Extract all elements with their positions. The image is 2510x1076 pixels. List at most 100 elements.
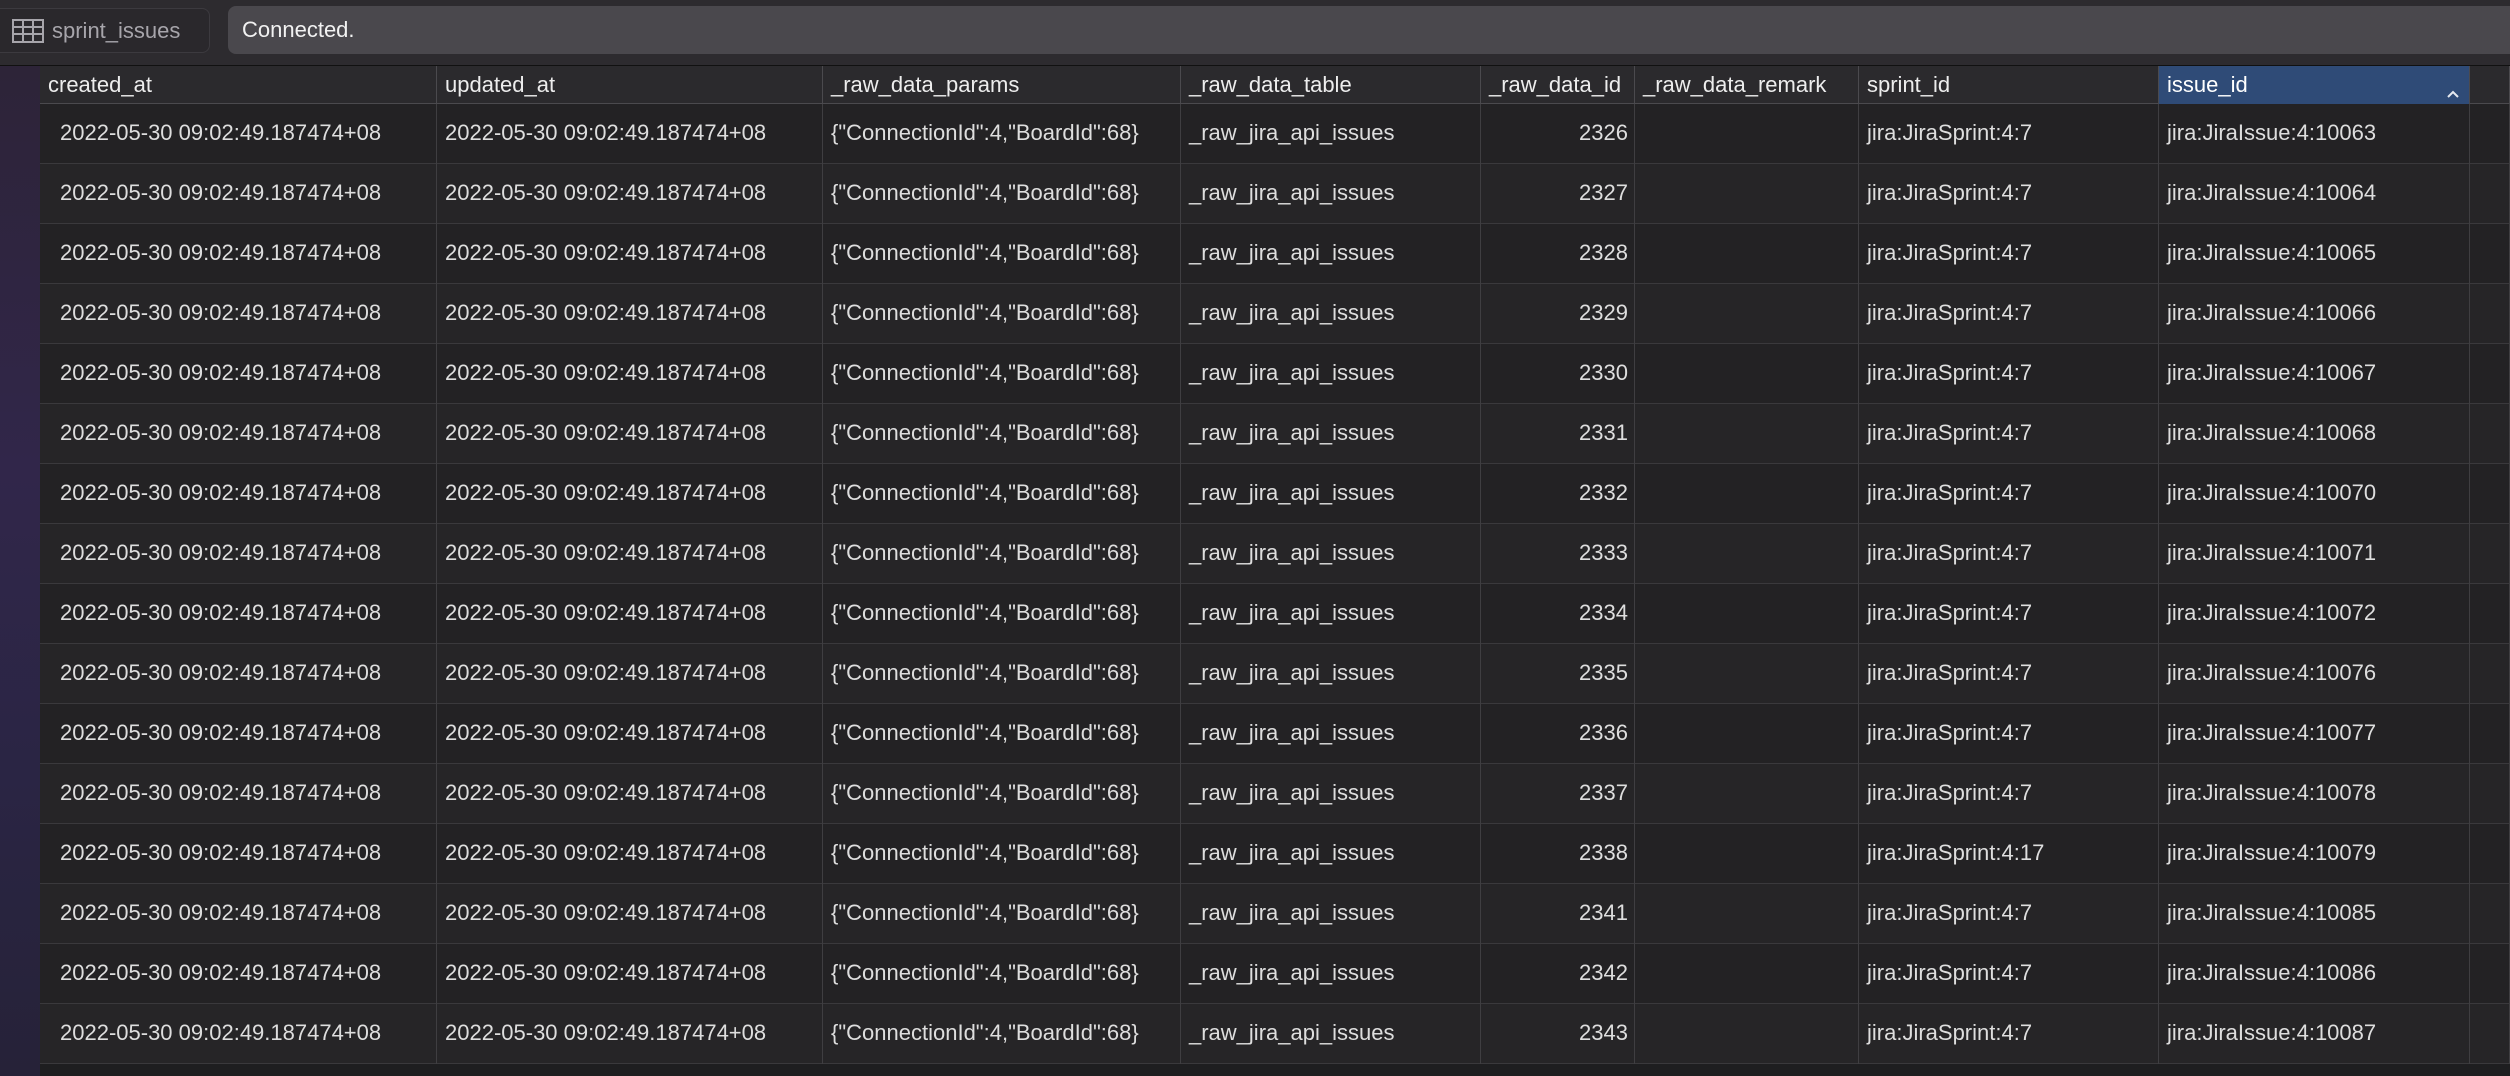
cell-raw-data-params[interactable]: {"ConnectionId":4,"BoardId":68} bbox=[823, 104, 1181, 164]
cell-issue-id[interactable]: jira:JiraIssue:4:10063 bbox=[2159, 104, 2470, 164]
cell-raw-data-table[interactable]: _raw_jira_api_issues bbox=[1181, 704, 1481, 764]
cell-raw-data-remark[interactable] bbox=[1635, 884, 1859, 944]
cell-raw-data-table[interactable]: _raw_jira_api_issues bbox=[1181, 584, 1481, 644]
cell-raw-data-params[interactable]: {"ConnectionId":4,"BoardId":68} bbox=[823, 524, 1181, 584]
cell-raw-data-id[interactable]: 2333 bbox=[1481, 524, 1635, 584]
cell-raw-data-params[interactable]: {"ConnectionId":4,"BoardId":68} bbox=[823, 404, 1181, 464]
cell-issue-id[interactable]: jira:JiraIssue:4:10068 bbox=[2159, 404, 2470, 464]
cell-updated-at[interactable]: 2022-05-30 09:02:49.187474+08 bbox=[437, 1004, 823, 1064]
cell-raw-data-id[interactable]: 2327 bbox=[1481, 164, 1635, 224]
cell-raw-data-table[interactable]: _raw_jira_api_issues bbox=[1181, 404, 1481, 464]
cell-raw-data-remark[interactable] bbox=[1635, 224, 1859, 284]
cell-issue-id[interactable]: jira:JiraIssue:4:10067 bbox=[2159, 344, 2470, 404]
cell-sprint-id[interactable]: jira:JiraSprint:4:7 bbox=[1859, 704, 2159, 764]
cell-raw-data-remark[interactable] bbox=[1635, 104, 1859, 164]
cell-raw-data-params[interactable]: {"ConnectionId":4,"BoardId":68} bbox=[823, 1004, 1181, 1064]
table-row[interactable]: 2022-05-30 09:02:49.187474+08 2022-05-30 … bbox=[40, 524, 2510, 584]
cell-issue-id[interactable]: jira:JiraIssue:4:10072 bbox=[2159, 584, 2470, 644]
cell-updated-at[interactable]: 2022-05-30 09:02:49.187474+08 bbox=[437, 944, 823, 1004]
cell-issue-id[interactable]: jira:JiraIssue:4:10085 bbox=[2159, 884, 2470, 944]
cell-created-at[interactable]: 2022-05-30 09:02:49.187474+08 bbox=[40, 884, 437, 944]
table-row[interactable]: 2022-05-30 09:02:49.187474+08 2022-05-30 … bbox=[40, 104, 2510, 164]
cell-updated-at[interactable]: 2022-05-30 09:02:49.187474+08 bbox=[437, 524, 823, 584]
cell-created-at[interactable]: 2022-05-30 09:02:49.187474+08 bbox=[40, 944, 437, 1004]
cell-created-at[interactable]: 2022-05-30 09:02:49.187474+08 bbox=[40, 464, 437, 524]
cell-raw-data-params[interactable]: {"ConnectionId":4,"BoardId":68} bbox=[823, 344, 1181, 404]
cell-raw-data-table[interactable]: _raw_jira_api_issues bbox=[1181, 1004, 1481, 1064]
cell-created-at[interactable]: 2022-05-30 09:02:49.187474+08 bbox=[40, 644, 437, 704]
cell-issue-id[interactable]: jira:JiraIssue:4:10086 bbox=[2159, 944, 2470, 1004]
cell-raw-data-remark[interactable] bbox=[1635, 704, 1859, 764]
cell-sprint-id[interactable]: jira:JiraSprint:4:7 bbox=[1859, 404, 2159, 464]
cell-raw-data-table[interactable]: _raw_jira_api_issues bbox=[1181, 344, 1481, 404]
cell-created-at[interactable]: 2022-05-30 09:02:49.187474+08 bbox=[40, 284, 437, 344]
cell-raw-data-params[interactable]: {"ConnectionId":4,"BoardId":68} bbox=[823, 704, 1181, 764]
cell-created-at[interactable]: 2022-05-30 09:02:49.187474+08 bbox=[40, 1004, 437, 1064]
cell-raw-data-remark[interactable] bbox=[1635, 404, 1859, 464]
column-header-raw-data-params[interactable]: _raw_data_params bbox=[823, 66, 1181, 104]
cell-raw-data-table[interactable]: _raw_jira_api_issues bbox=[1181, 824, 1481, 884]
cell-raw-data-id[interactable]: 2343 bbox=[1481, 1004, 1635, 1064]
cell-raw-data-params[interactable]: {"ConnectionId":4,"BoardId":68} bbox=[823, 224, 1181, 284]
column-header-raw-data-remark[interactable]: _raw_data_remark bbox=[1635, 66, 1859, 104]
column-header-sprint-id[interactable]: sprint_id bbox=[1859, 66, 2159, 104]
cell-sprint-id[interactable]: jira:JiraSprint:4:7 bbox=[1859, 644, 2159, 704]
cell-created-at[interactable]: 2022-05-30 09:02:49.187474+08 bbox=[40, 344, 437, 404]
cell-updated-at[interactable]: 2022-05-30 09:02:49.187474+08 bbox=[437, 344, 823, 404]
column-header-issue-id[interactable]: issue_id bbox=[2159, 66, 2470, 104]
cell-issue-id[interactable]: jira:JiraIssue:4:10087 bbox=[2159, 1004, 2470, 1064]
cell-raw-data-id[interactable]: 2334 bbox=[1481, 584, 1635, 644]
cell-raw-data-params[interactable]: {"ConnectionId":4,"BoardId":68} bbox=[823, 284, 1181, 344]
cell-raw-data-id[interactable]: 2341 bbox=[1481, 884, 1635, 944]
cell-sprint-id[interactable]: jira:JiraSprint:4:7 bbox=[1859, 884, 2159, 944]
cell-issue-id[interactable]: jira:JiraIssue:4:10071 bbox=[2159, 524, 2470, 584]
cell-issue-id[interactable]: jira:JiraIssue:4:10064 bbox=[2159, 164, 2470, 224]
cell-raw-data-remark[interactable] bbox=[1635, 164, 1859, 224]
cell-raw-data-params[interactable]: {"ConnectionId":4,"BoardId":68} bbox=[823, 884, 1181, 944]
cell-raw-data-id[interactable]: 2337 bbox=[1481, 764, 1635, 824]
cell-raw-data-id[interactable]: 2338 bbox=[1481, 824, 1635, 884]
column-header-raw-data-id[interactable]: _raw_data_id bbox=[1481, 66, 1635, 104]
column-header-created-at[interactable]: created_at bbox=[40, 66, 437, 104]
cell-sprint-id[interactable]: jira:JiraSprint:4:17 bbox=[1859, 824, 2159, 884]
cell-raw-data-table[interactable]: _raw_jira_api_issues bbox=[1181, 524, 1481, 584]
cell-updated-at[interactable]: 2022-05-30 09:02:49.187474+08 bbox=[437, 644, 823, 704]
cell-raw-data-remark[interactable] bbox=[1635, 464, 1859, 524]
cell-raw-data-params[interactable]: {"ConnectionId":4,"BoardId":68} bbox=[823, 764, 1181, 824]
cell-raw-data-remark[interactable] bbox=[1635, 944, 1859, 1004]
cell-issue-id[interactable]: jira:JiraIssue:4:10076 bbox=[2159, 644, 2470, 704]
table-row[interactable]: 2022-05-30 09:02:49.187474+08 2022-05-30 … bbox=[40, 404, 2510, 464]
cell-sprint-id[interactable]: jira:JiraSprint:4:7 bbox=[1859, 524, 2159, 584]
cell-raw-data-id[interactable]: 2331 bbox=[1481, 404, 1635, 464]
cell-updated-at[interactable]: 2022-05-30 09:02:49.187474+08 bbox=[437, 464, 823, 524]
cell-issue-id[interactable]: jira:JiraIssue:4:10077 bbox=[2159, 704, 2470, 764]
cell-updated-at[interactable]: 2022-05-30 09:02:49.187474+08 bbox=[437, 764, 823, 824]
cell-raw-data-remark[interactable] bbox=[1635, 524, 1859, 584]
cell-issue-id[interactable]: jira:JiraIssue:4:10070 bbox=[2159, 464, 2470, 524]
cell-sprint-id[interactable]: jira:JiraSprint:4:7 bbox=[1859, 764, 2159, 824]
table-row[interactable]: 2022-05-30 09:02:49.187474+08 2022-05-30 … bbox=[40, 464, 2510, 524]
table-row[interactable]: 2022-05-30 09:02:49.187474+08 2022-05-30 … bbox=[40, 764, 2510, 824]
cell-raw-data-remark[interactable] bbox=[1635, 284, 1859, 344]
table-row[interactable]: 2022-05-30 09:02:49.187474+08 2022-05-30 … bbox=[40, 704, 2510, 764]
cell-created-at[interactable]: 2022-05-30 09:02:49.187474+08 bbox=[40, 824, 437, 884]
cell-sprint-id[interactable]: jira:JiraSprint:4:7 bbox=[1859, 584, 2159, 644]
cell-sprint-id[interactable]: jira:JiraSprint:4:7 bbox=[1859, 284, 2159, 344]
cell-raw-data-remark[interactable] bbox=[1635, 1004, 1859, 1064]
cell-raw-data-remark[interactable] bbox=[1635, 584, 1859, 644]
cell-created-at[interactable]: 2022-05-30 09:02:49.187474+08 bbox=[40, 584, 437, 644]
cell-updated-at[interactable]: 2022-05-30 09:02:49.187474+08 bbox=[437, 884, 823, 944]
table-row[interactable]: 2022-05-30 09:02:49.187474+08 2022-05-30 … bbox=[40, 644, 2510, 704]
table-tab[interactable]: sprint_issues bbox=[0, 8, 210, 53]
cell-raw-data-table[interactable]: _raw_jira_api_issues bbox=[1181, 764, 1481, 824]
table-row[interactable]: 2022-05-30 09:02:49.187474+08 2022-05-30 … bbox=[40, 1004, 2510, 1064]
table-row[interactable]: 2022-05-30 09:02:49.187474+08 2022-05-30 … bbox=[40, 584, 2510, 644]
table-row[interactable]: 2022-05-30 09:02:49.187474+08 2022-05-30 … bbox=[40, 884, 2510, 944]
cell-issue-id[interactable]: jira:JiraIssue:4:10078 bbox=[2159, 764, 2470, 824]
cell-raw-data-params[interactable]: {"ConnectionId":4,"BoardId":68} bbox=[823, 824, 1181, 884]
cell-updated-at[interactable]: 2022-05-30 09:02:49.187474+08 bbox=[437, 164, 823, 224]
cell-raw-data-table[interactable]: _raw_jira_api_issues bbox=[1181, 224, 1481, 284]
cell-raw-data-params[interactable]: {"ConnectionId":4,"BoardId":68} bbox=[823, 944, 1181, 1004]
cell-issue-id[interactable]: jira:JiraIssue:4:10065 bbox=[2159, 224, 2470, 284]
cell-raw-data-table[interactable]: _raw_jira_api_issues bbox=[1181, 944, 1481, 1004]
